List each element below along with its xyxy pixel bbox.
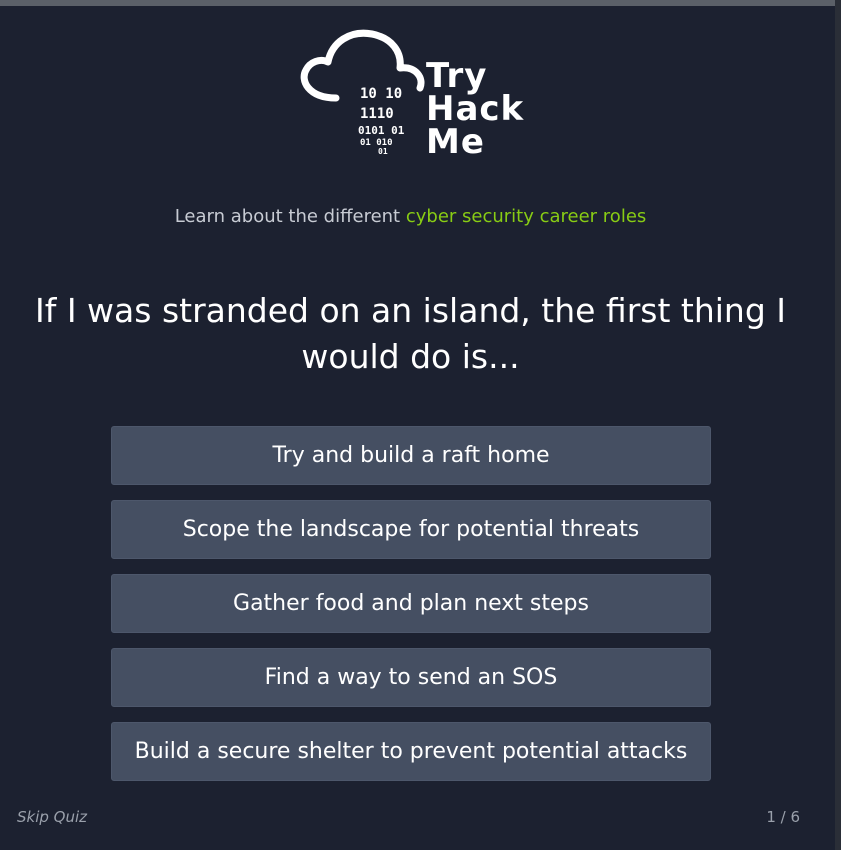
- answer-button[interactable]: Build a secure shelter to prevent potent…: [111, 722, 711, 781]
- binary-line-1: 10 10: [360, 86, 402, 102]
- tryhackme-logo: 10 10 1110 0101 01 01 010 01 Try Hack Me: [296, 28, 536, 168]
- tagline-highlight: cyber security career roles: [405, 206, 647, 227]
- skip-quiz-link[interactable]: Skip Quiz: [17, 808, 87, 826]
- question-text: If I was stranded on an island, the firs…: [34, 291, 787, 376]
- tagline: Learn about the different cyber security…: [0, 206, 821, 227]
- quiz-page: 10 10 1110 0101 01 01 010 01 Try Hack Me…: [0, 6, 835, 850]
- answer-list: Try and build a raft home Scope the land…: [111, 426, 711, 796]
- window-scrollbar-gutter: [835, 0, 841, 850]
- binary-line-5: 01: [378, 147, 388, 156]
- answer-button[interactable]: Scope the landscape for potential threat…: [111, 500, 711, 559]
- binary-line-2: 1110: [360, 106, 394, 122]
- brand-name: Try Hack Me: [426, 59, 524, 162]
- answer-button[interactable]: Gather food and plan next steps: [111, 574, 711, 633]
- question-progress: 1 / 6: [766, 808, 800, 826]
- answer-button[interactable]: Try and build a raft home: [111, 426, 711, 485]
- answer-button[interactable]: Find a way to send an SOS: [111, 648, 711, 707]
- brand-name-line-3: Me: [426, 122, 485, 162]
- binary-line-3: 0101 01: [358, 124, 405, 137]
- tagline-prefix: Learn about the different: [174, 206, 406, 227]
